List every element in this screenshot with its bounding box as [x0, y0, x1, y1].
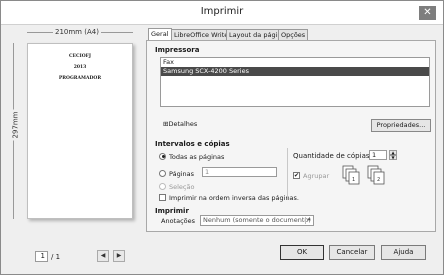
selection-option: Seleção — [159, 182, 195, 192]
svg-text:2: 2 — [377, 177, 380, 183]
general-tab-panel: Impressora Fax Samsung SCX-4200 Series ⊞… — [146, 40, 436, 232]
title-bar: Imprimir ✕ — [1, 1, 443, 25]
page-preview: CECIOFJ 2013 PROGRAMADOR — [27, 43, 133, 219]
divider — [287, 148, 288, 200]
printer-section-label: Impressora — [155, 46, 200, 54]
tab-libreoffice-writer[interactable]: LibreOffice Writer — [171, 29, 234, 40]
pages-label: Páginas — [169, 170, 195, 178]
collate-option[interactable]: ✔ Agrupar — [293, 171, 330, 181]
tab-opcoes[interactable]: Opções — [278, 29, 309, 40]
print-section-label: Imprimir — [155, 207, 189, 215]
copies-decrease-button[interactable]: ▼ — [389, 155, 397, 160]
details-label: Detalhes — [168, 120, 198, 128]
copies-input[interactable]: 1 — [369, 150, 387, 160]
tab-geral[interactable]: Geral — [148, 28, 172, 40]
help-button[interactable]: Ajuda — [381, 245, 426, 260]
height-dimension: 297mm — [11, 43, 21, 219]
collate-label: Agrupar — [303, 172, 330, 180]
dialog-title: Imprimir — [200, 6, 244, 17]
pages-input[interactable]: 1 — [202, 167, 277, 177]
pages-radio[interactable] — [159, 169, 166, 177]
properties-button[interactable]: Propriedades... — [371, 119, 431, 132]
svg-text:1: 1 — [352, 177, 355, 183]
reverse-order-checkbox[interactable] — [159, 193, 166, 201]
reverse-order-option[interactable]: Imprimir na ordem inversa das páginas. — [159, 193, 299, 203]
annotations-value: Nenhum (somente o documento) — [203, 216, 311, 224]
properties-label: Propriedades... — [376, 121, 426, 129]
selection-label: Seleção — [169, 183, 195, 191]
close-button[interactable]: ✕ — [419, 6, 436, 20]
preview-line: PROGRAMADOR — [58, 76, 102, 81]
annotations-label: Anotações — [161, 217, 196, 225]
all-pages-label: Todas as páginas — [169, 153, 225, 161]
all-pages-radio[interactable] — [159, 152, 166, 160]
cancel-button[interactable]: Cancelar — [329, 245, 375, 260]
details-toggle[interactable]: ⊞Detalhes — [163, 120, 197, 128]
next-page-button[interactable]: ▶ — [113, 250, 125, 262]
width-label: 210mm (A4) — [53, 28, 101, 36]
range-section-label: Intervalos e cópias — [155, 140, 230, 148]
width-dimension: 210mm (A4) — [27, 28, 133, 40]
page-number-input[interactable]: 1 — [35, 251, 48, 262]
annotations-select[interactable]: Nenhum (somente o documento) ▾ — [200, 215, 314, 226]
selection-radio — [159, 182, 166, 190]
previous-page-button[interactable]: ◀ — [97, 250, 109, 262]
page-total: / 1 — [51, 253, 61, 261]
arrow-left-icon: ◀ — [100, 252, 106, 259]
preview-line: 2013 — [73, 65, 87, 70]
preview-line: CECIOFJ — [69, 54, 91, 59]
collate-checkbox[interactable]: ✔ — [293, 171, 300, 179]
all-pages-option[interactable]: Todas as páginas — [159, 152, 225, 162]
close-icon: ✕ — [423, 7, 432, 18]
ok-button[interactable]: OK — [280, 245, 324, 260]
pages-option[interactable]: Páginas — [159, 169, 195, 179]
collate-pages-icon: 2 — [367, 165, 385, 185]
printer-list[interactable]: Fax Samsung SCX-4200 Series — [160, 57, 430, 107]
printer-item-samsung[interactable]: Samsung SCX-4200 Series — [161, 67, 429, 76]
chevron-down-icon: ▾ — [305, 217, 312, 224]
height-label: 297mm — [11, 109, 20, 141]
collate-pages-icon: 1 — [342, 165, 360, 185]
copies-label: Quantidade de cópias — [293, 152, 370, 160]
print-dialog: Imprimir ✕ 210mm (A4) 297mm CECIOFJ 2013… — [0, 0, 444, 275]
printer-item-fax[interactable]: Fax — [161, 58, 429, 67]
reverse-order-label: Imprimir na ordem inversa das páginas. — [169, 194, 299, 202]
arrow-right-icon: ▶ — [116, 252, 122, 259]
